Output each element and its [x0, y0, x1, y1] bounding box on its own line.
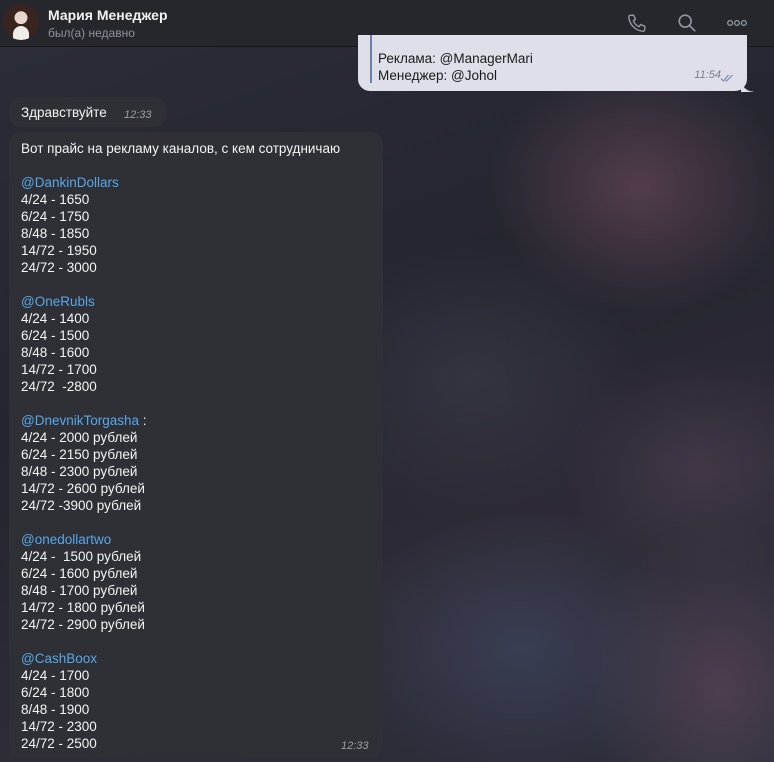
- price-row: 24/72 - 3000: [21, 260, 97, 275]
- channel-header: @OneRubls: [21, 293, 371, 310]
- outgoing-line: Менеджер: @Johol: [378, 68, 497, 83]
- more-icon[interactable]: [726, 12, 748, 34]
- price-row: 6/24 - 1750: [21, 209, 90, 224]
- price-row: 14/72 - 2300: [21, 719, 97, 734]
- price-row: 6/24 - 1500: [21, 328, 90, 343]
- price-row: 4/24 - 2000 рублей: [21, 430, 138, 445]
- quote-bar: [370, 35, 372, 83]
- price-row: 8/48 - 1600: [21, 345, 90, 360]
- price-row: 6/24 - 1800: [21, 685, 90, 700]
- channel-header: @onedollartwo: [21, 531, 371, 548]
- price-row: 4/24 - 1500 рублей: [21, 549, 142, 564]
- price-row: 14/72 - 2600 рублей: [21, 481, 145, 496]
- price-row: 8/48 - 1850: [21, 226, 90, 241]
- price-row: 4/24 - 1650: [21, 192, 90, 207]
- contact-status: был(а) недавно: [48, 26, 135, 40]
- bubble-tail: [741, 80, 753, 92]
- outgoing-message[interactable]: Реклама: @ManagerMari Менеджер: @Johol 1…: [358, 35, 747, 91]
- channel-link[interactable]: @DnevnikTorgasha: [21, 413, 139, 428]
- price-row: 8/48 - 1700 рублей: [21, 583, 138, 598]
- channel-header: @DankinDollars: [21, 174, 371, 191]
- price-row: 4/24 - 1400: [21, 311, 90, 326]
- channel-link[interactable]: @OneRubls: [21, 294, 95, 309]
- channel-header: @DnevnikTorgasha :: [21, 412, 371, 429]
- price-row: 6/24 - 1600 рублей: [21, 566, 138, 581]
- price-row: 14/72 - 1950: [21, 243, 97, 258]
- outgoing-line: Реклама: @ManagerMari: [378, 51, 533, 66]
- price-row: 24/72 -3900 рублей: [21, 498, 142, 513]
- message-time: 12:33: [124, 109, 152, 121]
- price-list-message[interactable]: Вот прайс на рекламу каналов, с кем сотр…: [9, 132, 383, 758]
- price-row: 8/48 - 1900: [21, 702, 90, 717]
- price-row: 14/72 - 1700: [21, 362, 97, 377]
- price-row: 14/72 - 1800 рублей: [21, 600, 145, 615]
- price-row: 8/48 - 2300 рублей: [21, 464, 138, 479]
- price-row: 24/72 -2800: [21, 379, 97, 394]
- price-row: 24/72 - 2500: [21, 736, 97, 751]
- phone-icon[interactable]: [626, 12, 648, 34]
- message-text: Здравствуйте: [21, 105, 107, 120]
- contact-name[interactable]: Мария Менеджер: [48, 7, 168, 23]
- price-row: 24/72 - 2900 рублей: [21, 617, 145, 632]
- channel-link[interactable]: @DankinDollars: [21, 175, 119, 190]
- channel-link[interactable]: @onedollartwo: [21, 532, 111, 547]
- message-text: Вот прайс на рекламу каналов, с кем сотр…: [21, 140, 371, 752]
- bubble-tail: [1, 746, 13, 758]
- read-checks-icon: [720, 74, 733, 82]
- message-time: 11:54: [694, 69, 721, 81]
- channel-header: @CashBoox: [21, 650, 371, 667]
- avatar[interactable]: [3, 4, 39, 40]
- search-icon[interactable]: [676, 12, 698, 34]
- message-time: 12:33: [341, 740, 369, 752]
- price-row: 6/24 - 2150 рублей: [21, 447, 138, 462]
- price-row: 4/24 - 1700: [21, 668, 90, 683]
- channel-suffix: :: [139, 413, 147, 428]
- incoming-message[interactable]: Здравствуйте 12:33: [9, 97, 166, 127]
- intro-text: Вот прайс на рекламу каналов, с кем сотр…: [21, 141, 341, 156]
- channel-link[interactable]: @CashBoox: [21, 651, 97, 666]
